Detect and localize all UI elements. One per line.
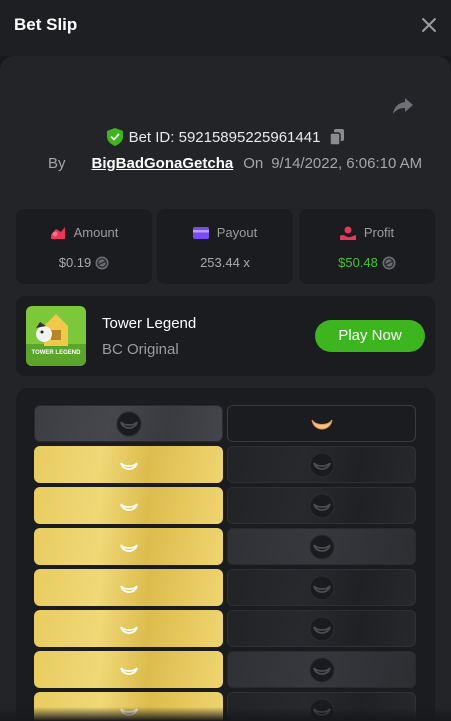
- page-title: Bet Slip: [14, 15, 78, 34]
- coin-icon: [95, 256, 109, 269]
- share-icon[interactable]: [392, 96, 414, 116]
- game-name: Tower Legend: [102, 315, 197, 332]
- board-row: [34, 528, 416, 565]
- bet-meta-row: By BigBadGonaGetcha On 9/14/2022, 6:06:10 A…: [48, 155, 422, 172]
- banana-icon: [309, 616, 334, 641]
- board-tile-right: [227, 610, 416, 647]
- board-tile-right: [227, 405, 416, 442]
- banana-icon: [309, 657, 334, 682]
- board-tile-left: [34, 610, 223, 647]
- board-tile-left: [34, 405, 223, 442]
- board-tile-left: [34, 651, 223, 688]
- bottom-fade: [0, 707, 451, 721]
- game-board: [16, 388, 435, 721]
- bet-datetime: 9/14/2022, 6:06:10 AM: [271, 155, 423, 172]
- copy-icon[interactable]: [330, 129, 345, 145]
- on-label: On: [243, 155, 264, 172]
- bet-slip-panel: Bet ID: 59215895225961441 By BigBadGonaGe…: [0, 56, 451, 721]
- banana-icon: [119, 543, 138, 552]
- profit-icon: [339, 226, 356, 240]
- banana-icon: [119, 625, 138, 634]
- board-tile-left: [34, 446, 223, 483]
- board-tile-left: [34, 487, 223, 524]
- board-row: [34, 569, 416, 606]
- banana-icon: [119, 666, 138, 675]
- bet-id: Bet ID: 59215895225961441: [128, 128, 321, 146]
- board-tile-left: [34, 569, 223, 606]
- board-tile-left: [34, 528, 223, 565]
- payout-label: Payout: [216, 225, 258, 240]
- banana-icon: [311, 419, 332, 429]
- tower-grid: [34, 405, 416, 721]
- play-now-button[interactable]: Play Now: [315, 320, 425, 352]
- board-row: [34, 446, 416, 483]
- board-tile-right: [227, 569, 416, 606]
- profit-value: $50.48: [338, 255, 378, 270]
- banana-icon: [309, 534, 334, 559]
- header: Bet Slip: [0, 0, 451, 56]
- amount-card: Amount $0.19: [16, 209, 152, 284]
- banana-icon: [309, 493, 334, 518]
- banana-icon: [309, 575, 334, 600]
- amount-label: Amount: [73, 225, 119, 240]
- game-subtitle: BC Original: [102, 341, 179, 358]
- payout-card: Payout 253.44 x: [157, 209, 293, 284]
- bet-id-row: Bet ID: 59215895225961441: [0, 128, 451, 146]
- thumb-title: TOWER LEGEND: [32, 350, 82, 356]
- profit-card: Profit $50.48: [299, 209, 435, 284]
- banana-icon: [119, 584, 138, 593]
- payout-icon: [192, 226, 209, 239]
- coin-icon: [382, 256, 396, 269]
- board-tile-right: [227, 446, 416, 483]
- board-tile-right: [227, 528, 416, 565]
- stats-row: Amount $0.19 Payout 253.44 x Profit $50.…: [16, 209, 435, 284]
- board-row: [34, 651, 416, 688]
- banana-icon: [119, 461, 138, 470]
- board-row: [34, 610, 416, 647]
- board-tile-right: [227, 487, 416, 524]
- banana-icon: [309, 452, 334, 477]
- profit-label: Profit: [363, 225, 395, 240]
- board-row: [34, 487, 416, 524]
- by-label: By: [48, 155, 66, 172]
- game-thumbnail[interactable]: TOWER LEGEND: [26, 306, 86, 366]
- banana-icon: [116, 411, 141, 436]
- banana-icon: [119, 502, 138, 511]
- shield-check-icon: [106, 128, 123, 146]
- close-icon[interactable]: [419, 15, 439, 35]
- amount-icon: [50, 226, 65, 239]
- board-tile-right: [227, 651, 416, 688]
- game-card: TOWER LEGEND Tower Legend BC Original Pl…: [16, 296, 435, 376]
- board-row: [34, 405, 416, 442]
- amount-value: $0.19: [58, 255, 92, 270]
- payout-value: 253.44 x: [200, 255, 250, 270]
- username-link[interactable]: BigBadGonaGetcha: [92, 155, 234, 172]
